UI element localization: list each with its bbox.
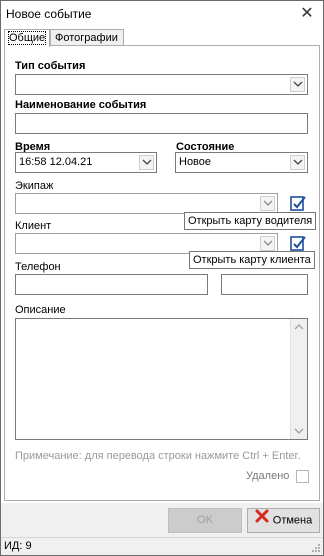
cancel-button-label: Отмена — [272, 514, 313, 527]
tab-photos[interactable]: Фотографии — [50, 29, 124, 46]
state-select[interactable]: Новое — [175, 152, 308, 173]
close-button[interactable]: ✕ — [297, 4, 317, 24]
client-dropdown-button[interactable] — [260, 236, 275, 251]
tab-photos-label: Фотографии — [55, 32, 118, 44]
chevron-down-icon — [263, 200, 273, 206]
close-icon: ✕ — [300, 5, 314, 22]
event-name-label: Наименование события — [15, 99, 147, 111]
client-label: Клиент — [15, 220, 52, 232]
crew-select[interactable] — [15, 193, 278, 214]
scroll-down-icon[interactable] — [291, 422, 307, 439]
chevron-down-icon — [293, 81, 303, 87]
chevron-down-icon — [142, 159, 152, 165]
tab-general-label: Общие — [7, 31, 47, 45]
time-picker[interactable]: 16:58 12.04.21 — [15, 152, 157, 173]
deleted-label: Удалено — [246, 470, 290, 482]
cancel-x-icon — [255, 509, 269, 532]
time-dropdown-button[interactable] — [139, 155, 154, 170]
deleted-checkbox[interactable] — [296, 470, 309, 483]
event-name-input[interactable] — [15, 113, 308, 134]
chevron-down-icon — [293, 159, 303, 165]
event-type-label: Тип события — [15, 60, 86, 72]
scroll-up-icon[interactable] — [291, 319, 307, 336]
open-driver-card-button[interactable] — [288, 193, 309, 214]
resize-grip-icon[interactable] — [311, 543, 321, 553]
button-bar: OK Отмена — [1, 503, 323, 537]
event-type-dropdown-button[interactable] — [290, 77, 305, 92]
client-card-tooltip: Открыть карту клиента — [189, 251, 315, 269]
tab-general[interactable]: Общие — [4, 29, 50, 47]
phone-input[interactable] — [15, 274, 208, 295]
description-label: Описание — [15, 304, 66, 316]
status-bar: ИД: 9 — [1, 537, 323, 555]
crew-label: Экипаж — [15, 180, 54, 192]
line-break-note: Примечание: для перевода строки нажмите … — [15, 450, 301, 462]
driver-card-tooltip: Открыть карту водителя — [184, 212, 317, 230]
event-dialog: Новое событие ✕ Общие Фотографии Тип соб… — [0, 0, 324, 556]
ok-button[interactable]: OK — [168, 508, 242, 533]
state-dropdown-button[interactable] — [290, 155, 305, 170]
description-scrollbar[interactable] — [290, 319, 307, 439]
cancel-button[interactable]: Отмена — [247, 508, 320, 533]
window-title: Новое событие — [6, 7, 92, 21]
state-value: Новое — [179, 156, 212, 168]
title-bar: Новое событие ✕ — [1, 1, 323, 29]
tab-panel-general: Тип события Наименование события Время 1… — [4, 45, 320, 501]
chevron-down-icon — [263, 240, 273, 246]
description-textarea[interactable] — [15, 318, 308, 440]
crew-dropdown-button[interactable] — [260, 196, 275, 211]
event-type-select[interactable] — [15, 74, 308, 95]
phone-label: Телефон — [15, 261, 61, 273]
record-id: ИД: 9 — [4, 540, 32, 552]
edit-card-icon — [290, 196, 306, 211]
phone-extra-input[interactable] — [221, 274, 308, 295]
time-value: 16:58 12.04.21 — [19, 156, 93, 168]
